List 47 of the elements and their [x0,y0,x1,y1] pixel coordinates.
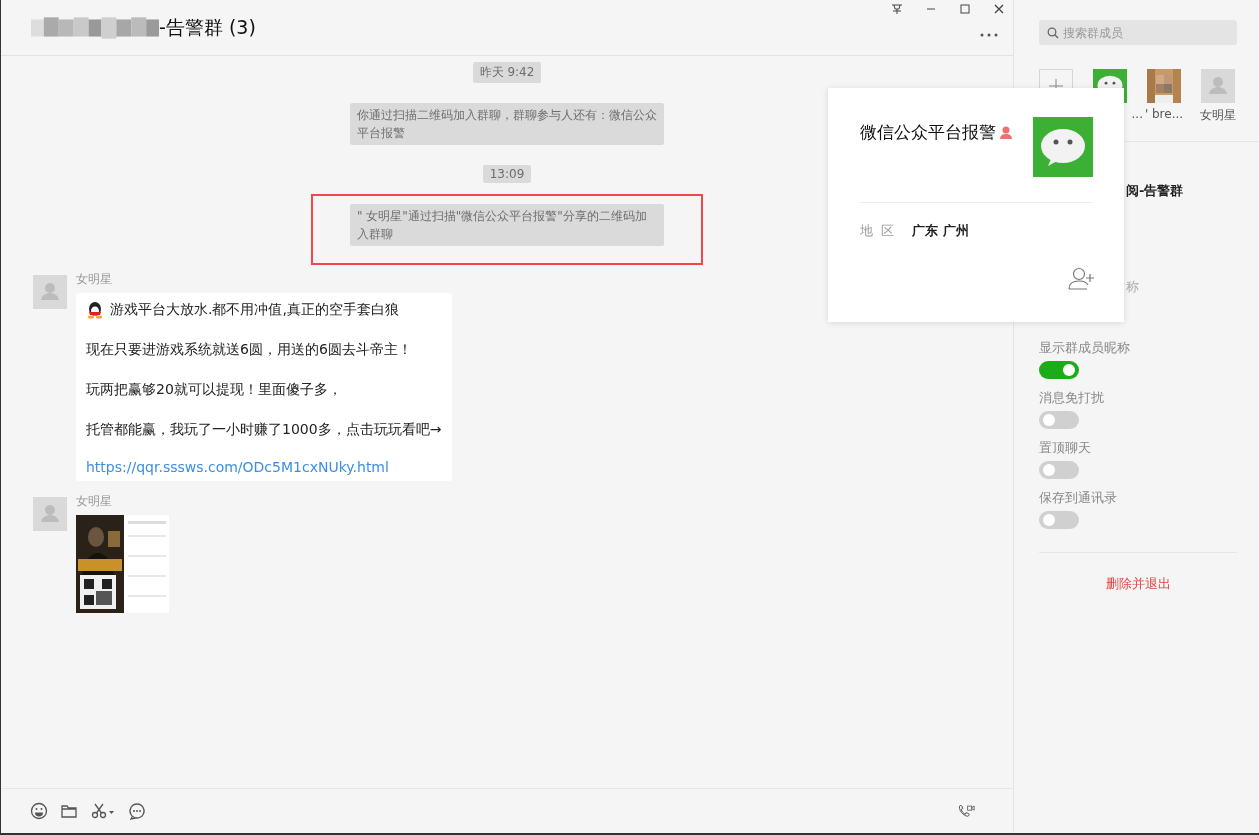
sender-name: 女明星 [76,271,112,288]
toggle-switch[interactable] [1039,361,1079,379]
region-label: 地 区 [860,222,895,240]
message-link[interactable]: https://qqr.sssws.com/ODc5M1cxNUky.html [86,459,442,475]
add-friend-icon[interactable] [1068,266,1096,290]
setting-label: 置顶聊天 [1039,439,1091,457]
person-icon [999,125,1013,139]
setting-label: 保存到通讯录 [1039,489,1117,507]
message-line: 现在只要进游戏系统就送6圆，用送的6圆去斗帝主！ [86,341,413,359]
system-message: " 女明星"通过扫描"微信公众平台报警"分享的二维码加入群聊 [350,204,664,246]
folder-icon[interactable] [60,802,78,820]
pin-icon[interactable] [891,3,903,15]
default-avatar-icon [1201,69,1235,103]
message-line: 托管都能赢，我玩了一小时赚了1000多，点击玩玩看吧→ [86,421,442,439]
search-icon [1047,27,1059,39]
member-name: ... [1131,107,1143,121]
message-headline: 游戏平台大放水.都不用冲值,真正的空手套白狼 [110,301,399,319]
member-name: ' bre... [1144,107,1184,121]
more-icon[interactable] [979,33,999,37]
group-name: 阅-告警群 [1126,182,1184,200]
timestamp: 13:09 [482,165,532,183]
chat-title: -告警群 (3) [159,14,256,40]
scissors-icon[interactable] [90,802,116,820]
setting-label: 显示群成员昵称 [1039,339,1130,357]
toggle-switch[interactable] [1039,411,1079,429]
default-avatar-icon [33,497,67,531]
delete-and-exit-button[interactable]: 删除并退出 [1103,573,1173,595]
sender-name: 女明星 [76,493,112,510]
contact-name: 微信公众平台报警 [860,121,996,144]
region-value: 广东 广州 [912,222,969,240]
message-line: 玩两把赢够20就可以提现！里面傻子多， [86,381,343,399]
toggle-switch[interactable] [1039,461,1079,479]
setting-label: 消息免打扰 [1039,389,1104,407]
system-message: 你通过扫描二维码加入群聊，群聊参与人还有：微信公众平台报警 [350,103,664,145]
default-avatar-icon [33,275,67,309]
maximize-icon[interactable] [959,3,971,15]
chat-bubble-icon[interactable] [128,802,146,820]
emoji-icon[interactable] [30,802,48,820]
timestamp: 昨天 9:42 [472,62,542,83]
search-field[interactable]: 搜索群成员 [1039,20,1237,45]
chat-bubble-logo-icon [1033,117,1093,177]
toggle-switch[interactable] [1039,511,1079,529]
penguin-icon [86,301,104,319]
close-icon[interactable] [993,3,1005,15]
nickname-label: 称 [1126,278,1139,296]
phone-video-icon[interactable] [957,802,975,820]
member-name: 女明星 [1200,107,1236,124]
